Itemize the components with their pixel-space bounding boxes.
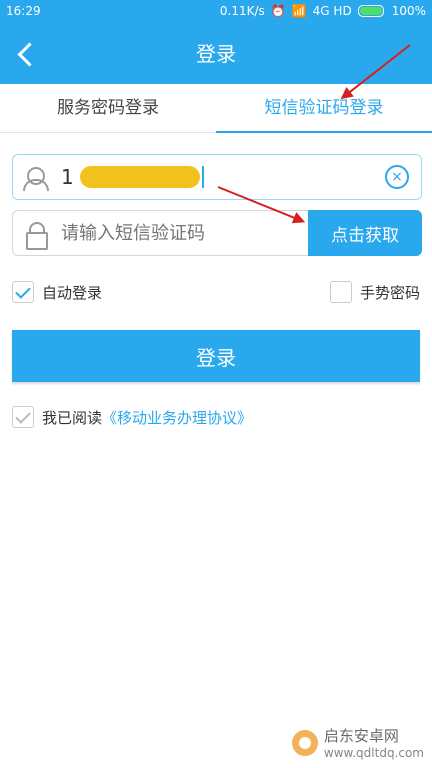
login-tabs: 服务密码登录 短信验证码登录	[0, 84, 432, 133]
page-title: 登录	[196, 42, 236, 66]
watermark-logo-icon	[291, 729, 318, 756]
status-time: 16:29	[6, 4, 41, 18]
auto-login-option[interactable]: 自动登录	[12, 281, 102, 303]
auto-login-label: 自动登录	[42, 283, 103, 302]
agreement-prefix: 我已阅读	[42, 408, 103, 427]
text-cursor	[201, 166, 204, 188]
phone-input[interactable]: 1	[61, 165, 204, 189]
app-bar: 登录	[0, 24, 432, 84]
phone-field[interactable]: 1 ×	[12, 154, 422, 200]
sms-code-field[interactable]: 点击获取	[12, 210, 422, 256]
network-speed: 0.11K/s	[219, 4, 265, 18]
auto-login-checkbox[interactable]	[12, 281, 34, 303]
battery-icon	[357, 5, 384, 17]
gesture-password-label: 手势密码	[359, 283, 420, 302]
watermark-text: 启东安卓网	[323, 727, 399, 745]
redaction-mask	[79, 166, 200, 188]
phone-prefix: 1	[61, 165, 74, 189]
gesture-password-option[interactable]: 手势密码	[329, 281, 420, 303]
person-icon	[19, 160, 53, 194]
watermark: 启东安卓网 www.qdltdq.com	[291, 725, 424, 760]
network-type: 4G HD	[312, 4, 352, 18]
alarm-icon: ⏰	[270, 4, 286, 18]
watermark-subtext: www.qdltdq.com	[323, 746, 424, 760]
tab-sms-login[interactable]: 短信验证码登录	[216, 84, 432, 133]
clear-icon[interactable]: ×	[385, 165, 409, 189]
watermark-text-block: 启东安卓网 www.qdltdq.com	[324, 725, 424, 760]
gesture-password-checkbox[interactable]	[329, 281, 352, 303]
sms-code-input[interactable]	[59, 221, 303, 245]
tab-password-login[interactable]: 服务密码登录	[0, 84, 216, 132]
status-right: 0.11K/s ⏰ 📶 4G HD 100%	[220, 4, 426, 18]
login-button[interactable]: 登录	[12, 330, 420, 382]
lock-icon	[19, 216, 53, 250]
agreement-row: 我已阅读 《移动业务办理协议》	[12, 406, 252, 428]
login-options: 自动登录 手势密码	[12, 280, 420, 304]
battery-percent: 100%	[391, 4, 426, 18]
status-bar: 16:29 0.11K/s ⏰ 📶 4G HD 100%	[0, 0, 432, 24]
wifi-icon: 📶	[291, 4, 307, 18]
agreement-checkbox[interactable]	[12, 406, 34, 428]
agreement-link[interactable]: 《移动业务办理协议》	[102, 407, 252, 428]
get-code-button[interactable]: 点击获取	[308, 210, 422, 256]
